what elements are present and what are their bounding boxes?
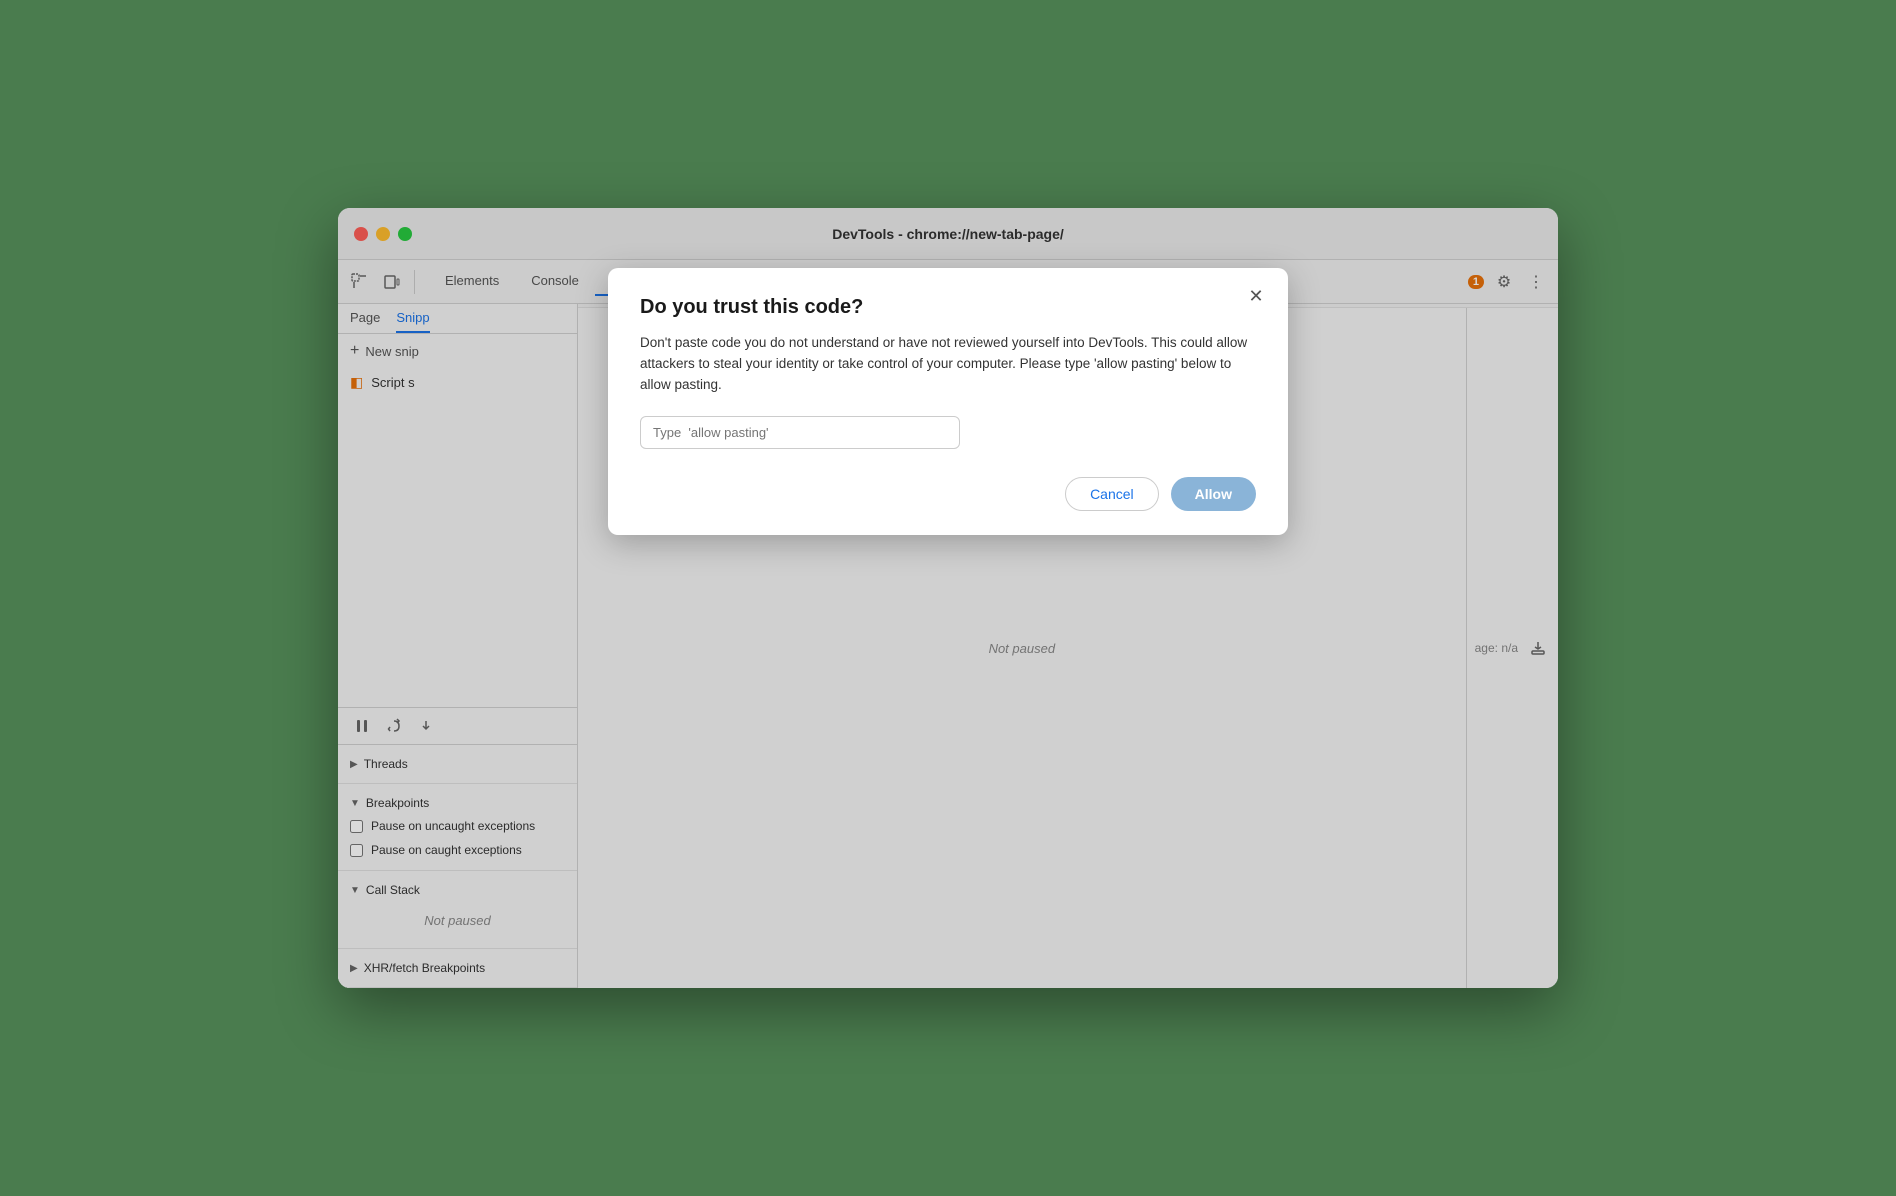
modal-overlay: ✕ Do you trust this code? Don't paste co… xyxy=(338,208,1558,988)
dialog-actions: Cancel Allow xyxy=(640,477,1256,511)
allow-button[interactable]: Allow xyxy=(1171,477,1256,511)
devtools-window: DevTools - chrome://new-tab-page/ Elemen… xyxy=(338,208,1558,988)
dialog-body: Don't paste code you do not understand o… xyxy=(640,333,1256,396)
trust-dialog: ✕ Do you trust this code? Don't paste co… xyxy=(608,268,1288,535)
dialog-close-button[interactable]: ✕ xyxy=(1242,282,1270,310)
cancel-button[interactable]: Cancel xyxy=(1065,477,1159,511)
allow-pasting-input[interactable] xyxy=(640,416,960,449)
dialog-title: Do you trust this code? xyxy=(640,296,1256,319)
